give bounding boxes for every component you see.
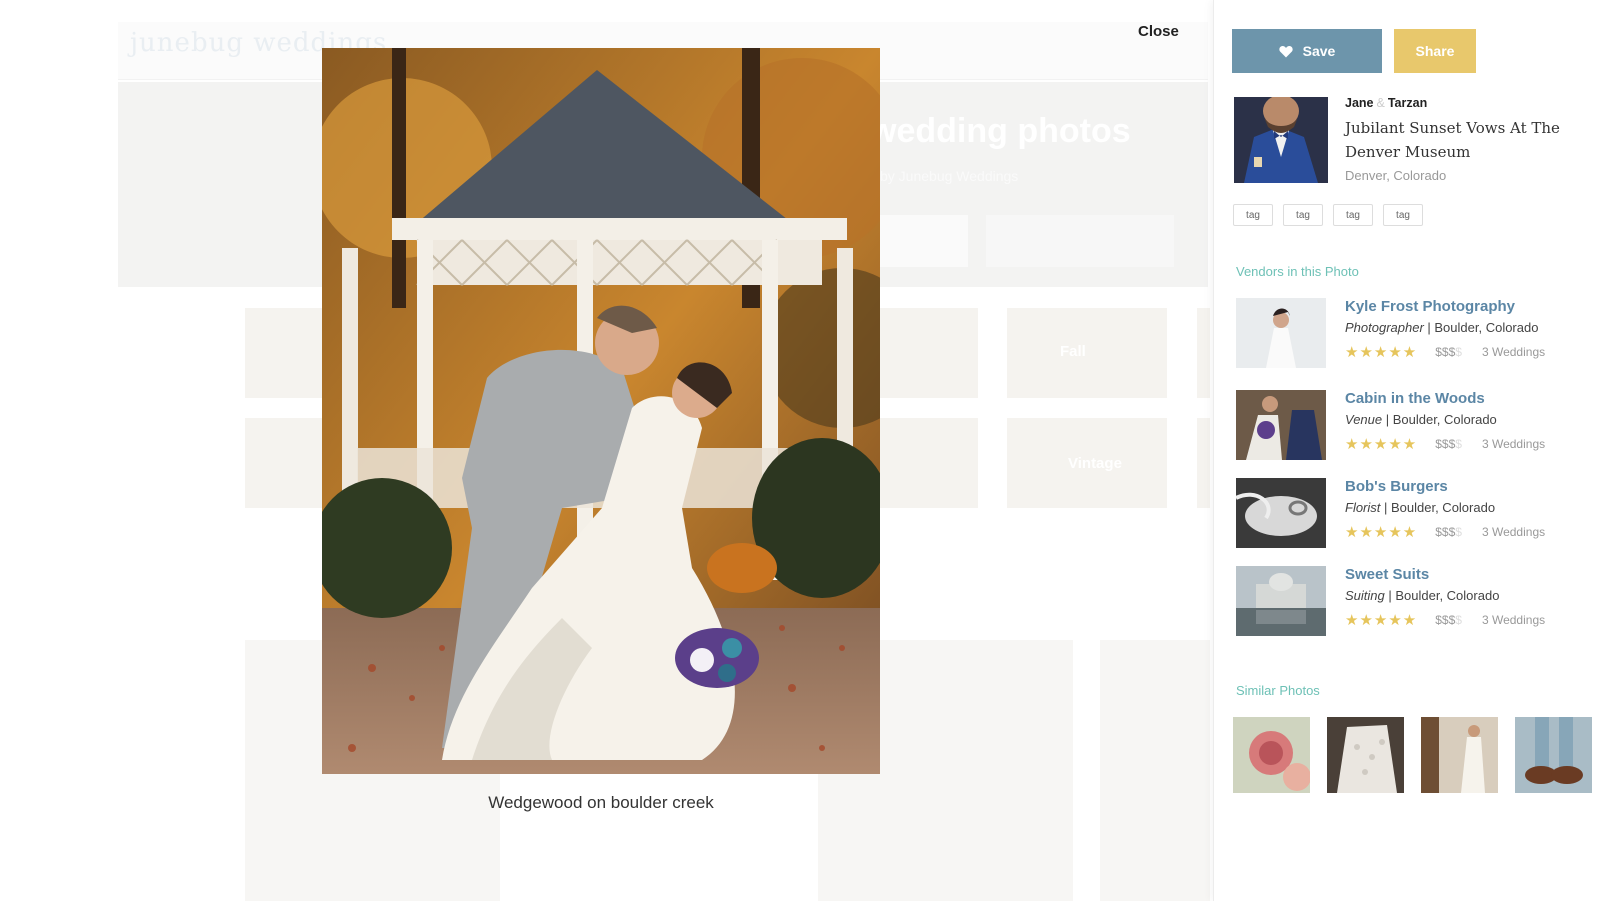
couple-names: Jane & Tarzan	[1345, 96, 1427, 110]
star-rating: ★★★★★	[1345, 344, 1418, 361]
heart-icon	[1278, 45, 1293, 57]
vendor-name[interactable]: Bob's Burgers	[1345, 478, 1448, 495]
price-level: $$$$	[1435, 345, 1462, 359]
vendor-stats: ★★★★★ $$$$ 3 Weddings	[1345, 343, 1545, 361]
vendor-meta: Photographer | Boulder, Colorado	[1345, 320, 1538, 335]
similar-photos-title: Similar Photos	[1236, 683, 1320, 698]
vendor-location: | Boulder, Colorado	[1423, 320, 1539, 335]
price-level: $$$$	[1435, 613, 1462, 627]
vendor-name[interactable]: Cabin in the Woods	[1345, 390, 1485, 407]
similar-photo[interactable]	[1421, 717, 1498, 793]
wedding-count: 3 Weddings	[1481, 525, 1546, 539]
vendor-meta: Venue | Boulder, Colorado	[1345, 412, 1497, 427]
wedding-count: 3 Weddings	[1481, 613, 1546, 627]
ampersand: &	[1376, 96, 1385, 110]
vendor-stats: ★★★★★ $$$$ 3 Weddings	[1345, 523, 1545, 541]
vendor-location: | Boulder, Colorado	[1380, 500, 1496, 515]
photo-caption: Wedgewood on boulder creek	[488, 793, 714, 812]
vendor-thumbnail[interactable]	[1236, 478, 1326, 548]
wedding-location: Denver, Colorado	[1345, 168, 1447, 183]
vendor-name[interactable]: Kyle Frost Photography	[1345, 298, 1515, 315]
price-level: $$$$	[1435, 437, 1462, 451]
vendor-item: Kyle Frost Photography Photographer | Bo…	[1236, 298, 1596, 370]
vendor-location: | Boulder, Colorado	[1382, 412, 1497, 427]
main-photo	[322, 48, 880, 774]
star-rating: ★★★★★	[1345, 436, 1418, 453]
vendor-type: Venue	[1345, 412, 1383, 427]
vendor-meta: Florist | Boulder, Colorado	[1345, 500, 1495, 515]
vendor-item: Cabin in the Woods Venue | Boulder, Colo…	[1236, 390, 1596, 462]
star-rating: ★★★★★	[1345, 612, 1418, 629]
bg-tile-label: Fall	[1060, 343, 1086, 360]
vendor-thumbnail[interactable]	[1236, 298, 1326, 368]
details-panel: Save Share Jane & Tarzan Jubilant Sunset V…	[1213, 0, 1600, 901]
partner1-name: Jane	[1345, 96, 1374, 110]
tag-chip[interactable]: tag	[1333, 204, 1373, 226]
vendor-location: | Boulder, Colorado	[1384, 588, 1500, 603]
wedding-title[interactable]: Jubilant Sunset Vows At The Denver Museu…	[1345, 116, 1600, 164]
vendor-item: Bob's Burgers Florist | Boulder, Colorad…	[1236, 478, 1596, 550]
similar-photo[interactable]	[1515, 717, 1592, 793]
vendor-type: Florist	[1345, 500, 1381, 515]
close-button[interactable]: Close	[1138, 23, 1179, 40]
vendor-type: Suiting	[1345, 588, 1385, 603]
vendor-type: Photographer	[1345, 320, 1424, 335]
bg-tile	[1007, 308, 1167, 398]
tag-chip[interactable]: tag	[1233, 204, 1273, 226]
vendor-name[interactable]: Sweet Suits	[1345, 566, 1429, 583]
share-button[interactable]: Share	[1394, 29, 1476, 73]
bg-tile	[1100, 640, 1210, 901]
similar-photo[interactable]	[1233, 717, 1310, 793]
vendor-thumbnail[interactable]	[1236, 566, 1326, 636]
vendors-section-title: Vendors in this Photo	[1236, 264, 1359, 279]
tag-chip[interactable]: tag	[1283, 204, 1323, 226]
vendor-item: Sweet Suits Suiting | Boulder, Colorado …	[1236, 566, 1596, 638]
save-label: Save	[1302, 43, 1336, 59]
bg-tile	[1197, 418, 1210, 508]
bg-tile	[878, 418, 978, 508]
price-level: $$$$	[1435, 525, 1462, 539]
vendor-stats: ★★★★★ $$$$ 3 Weddings	[1345, 435, 1545, 453]
bg-search-button	[986, 215, 1174, 267]
bg-tile	[878, 308, 978, 398]
wedding-thumbnail[interactable]	[1234, 97, 1328, 183]
vendor-meta: Suiting | Boulder, Colorado	[1345, 588, 1499, 603]
bg-tile-label: Vintage	[1068, 455, 1122, 472]
partner2-name: Tarzan	[1387, 96, 1428, 110]
vendor-thumbnail[interactable]	[1236, 390, 1326, 460]
star-rating: ★★★★★	[1345, 524, 1418, 541]
similar-photo[interactable]	[1327, 717, 1404, 793]
bg-tile	[1197, 308, 1210, 398]
wedding-count: 3 Weddings	[1481, 345, 1546, 359]
bg-hero-subtitle: by Junebug Weddings	[880, 168, 1019, 184]
vendor-stats: ★★★★★ $$$$ 3 Weddings	[1345, 611, 1545, 629]
wedding-count: 3 Weddings	[1481, 437, 1546, 451]
tag-list: tag tag tag tag	[1233, 204, 1423, 226]
similar-photos	[1233, 717, 1592, 793]
bg-hero-title: wedding photos	[870, 112, 1131, 150]
save-button[interactable]: Save	[1232, 29, 1382, 73]
tag-chip[interactable]: tag	[1383, 204, 1423, 226]
